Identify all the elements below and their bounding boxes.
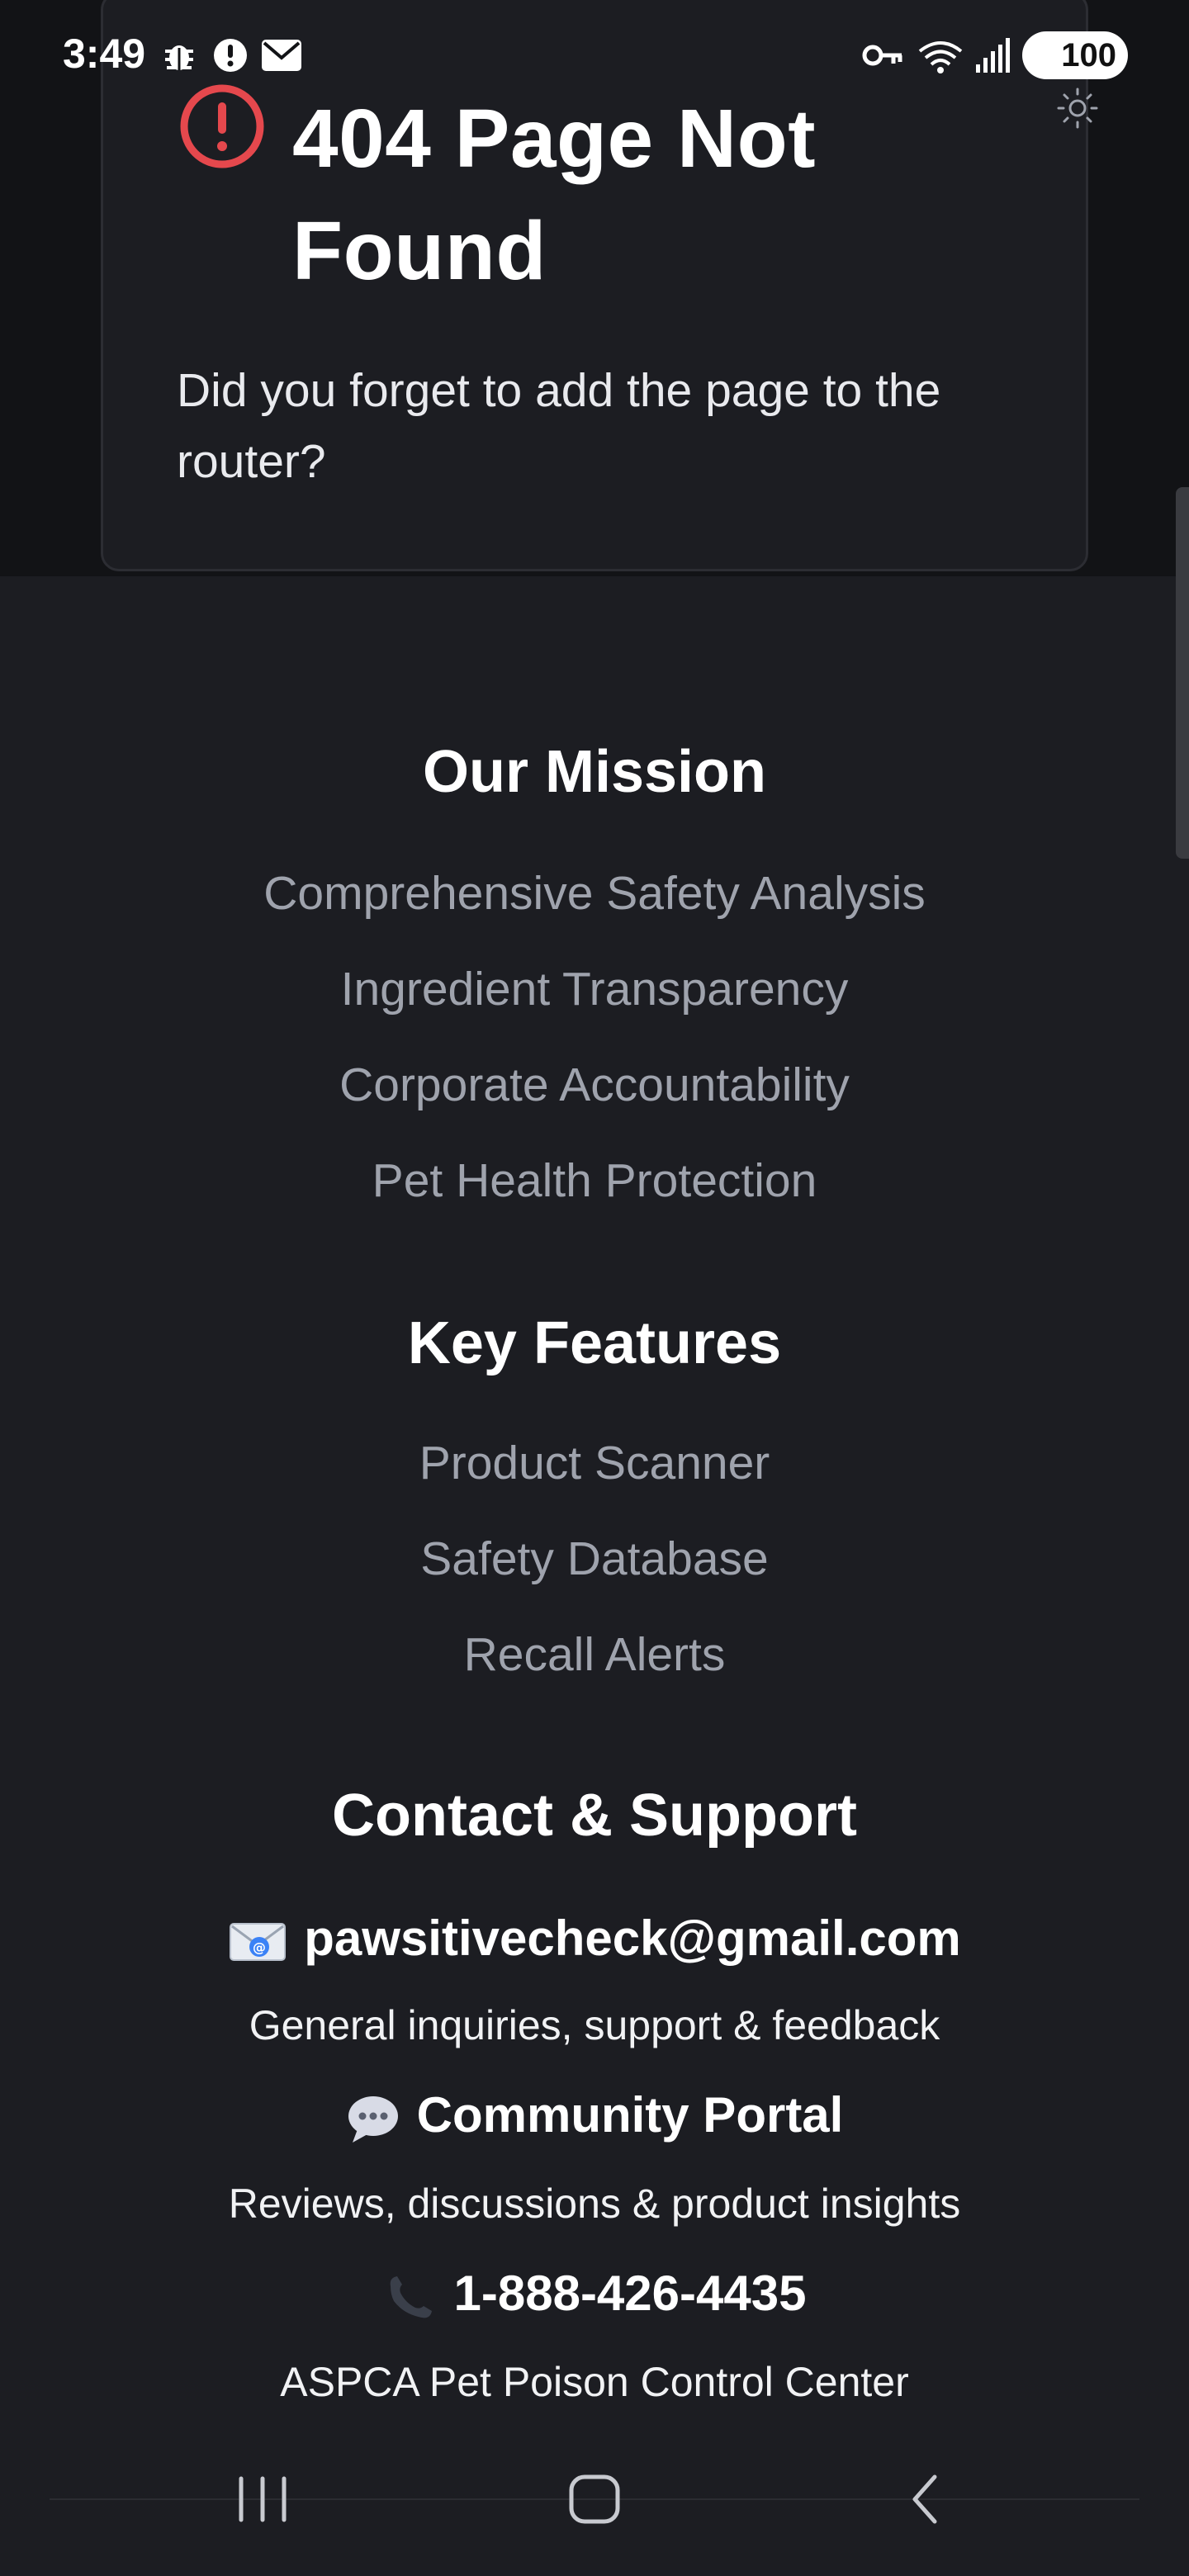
phone-link[interactable]: 1-888-426-4435 xyxy=(0,2261,1189,2327)
sun-icon[interactable] xyxy=(1055,86,1100,130)
phone-icon xyxy=(391,2276,433,2318)
home-icon[interactable] xyxy=(565,2470,624,2528)
status-bar: 3:49 100 xyxy=(0,0,1189,107)
vpn-key-icon xyxy=(862,45,902,66)
community-portal-link[interactable]: Community Portal xyxy=(0,2082,1189,2148)
community-description: Reviews, discussions & product insights xyxy=(228,2181,961,2227)
battery-level: 100 xyxy=(1061,37,1116,73)
mission-link[interactable]: Comprehensive Safety Analysis xyxy=(0,860,1189,926)
mission-link[interactable]: Pet Health Protection xyxy=(0,1148,1189,1214)
features-title: Key Features xyxy=(407,1310,782,1376)
status-time: 3:49 xyxy=(63,31,146,77)
svg-text:@: @ xyxy=(253,1939,266,1955)
contact-title: Contact & Support xyxy=(332,1783,857,1849)
feature-link[interactable]: Product Scanner xyxy=(0,1430,1189,1496)
battery-indicator: 100 xyxy=(1022,31,1128,79)
alert-circle-icon xyxy=(214,39,247,72)
phone-description: ASPCA Pet Poison Control Center xyxy=(280,2359,909,2405)
phone-label: 1-888-426-4435 xyxy=(453,2266,807,2321)
mission-title: Our Mission xyxy=(422,739,767,805)
speech-bubble-icon xyxy=(348,2096,398,2143)
feature-link[interactable]: Recall Alerts xyxy=(0,1622,1189,1688)
signal-icon xyxy=(976,38,1010,73)
mission-link[interactable]: Corporate Accountability xyxy=(0,1052,1189,1118)
mail-icon xyxy=(262,40,301,71)
feature-link[interactable]: Safety Database xyxy=(0,1526,1189,1592)
community-label: Community Portal xyxy=(416,2087,844,2143)
bug-icon xyxy=(165,45,193,70)
email-icon: @ xyxy=(230,1923,287,1962)
error-description: Did you forget to add the page to the ro… xyxy=(177,364,941,488)
back-icon[interactable] xyxy=(902,2470,951,2528)
recent-apps-icon[interactable] xyxy=(233,2470,292,2528)
page-title: 404 Page Not Found xyxy=(292,92,817,297)
email-description: General inquiries, support & feedback xyxy=(249,2002,940,2048)
wifi-icon xyxy=(918,41,963,73)
email-label: pawsitivecheck@gmail.com xyxy=(304,1911,961,1966)
system-navigation-bar xyxy=(0,2427,1189,2576)
mission-link[interactable]: Ingredient Transparency xyxy=(0,956,1189,1022)
email-link[interactable]: @ pawsitivecheck@gmail.com xyxy=(0,1906,1189,1972)
